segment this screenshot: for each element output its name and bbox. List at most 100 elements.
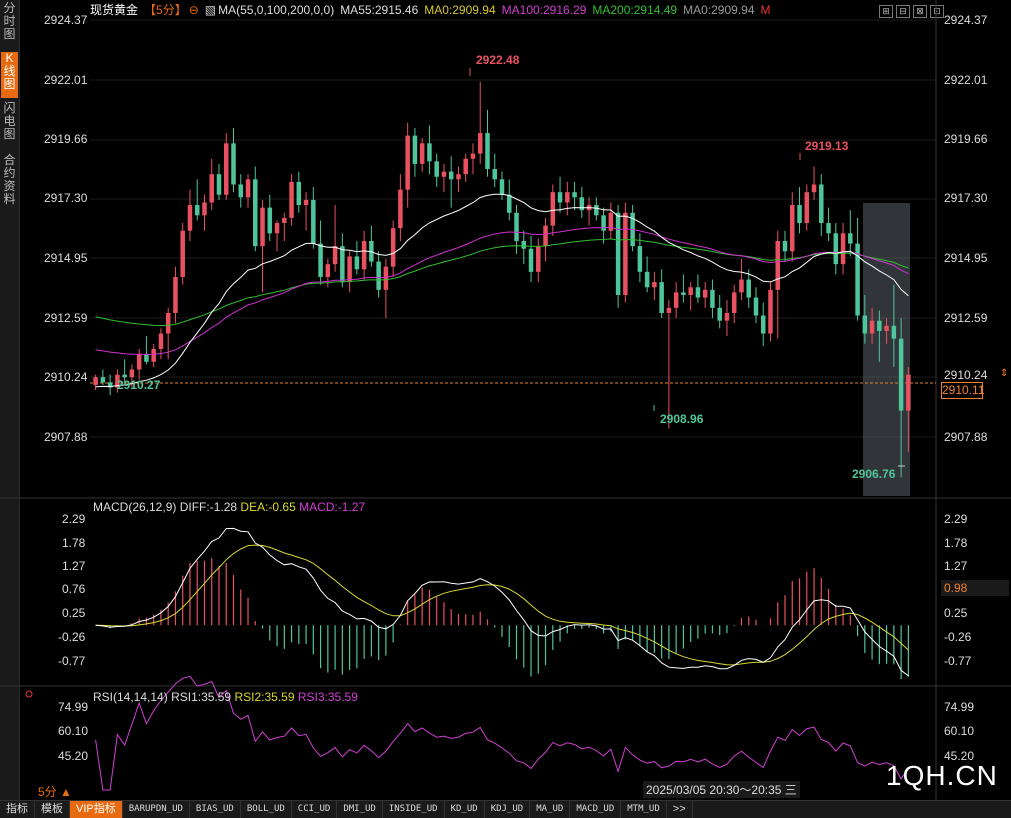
candle-body bbox=[253, 179, 258, 247]
tab-indicator[interactable]: 指标 bbox=[0, 801, 35, 818]
candle-body bbox=[826, 223, 831, 234]
price-tick-right: 2922.01 bbox=[944, 73, 988, 87]
rsi-tick-left: 60.10 bbox=[58, 724, 89, 738]
candle-body bbox=[688, 287, 693, 295]
candle-body bbox=[412, 135, 418, 164]
candle-body bbox=[267, 207, 273, 234]
tab-boll[interactable]: BOLL_UD bbox=[241, 801, 292, 818]
rsi3-value: RSI3:35.59 bbox=[297, 690, 358, 704]
tab-bias[interactable]: BIAS_UD bbox=[190, 801, 241, 818]
macd-tick-left: 0.25 bbox=[62, 606, 86, 620]
macd-tick-left: 1.27 bbox=[62, 559, 86, 573]
candle-body bbox=[877, 320, 882, 331]
price-tick-left: 2914.95 bbox=[44, 251, 88, 265]
tab-kd[interactable]: KD_UD bbox=[445, 801, 485, 818]
candle-body bbox=[158, 333, 164, 349]
period-selector[interactable]: 5分 ▲ bbox=[38, 783, 72, 800]
tab-kdj[interactable]: KDJ_UD bbox=[485, 801, 531, 818]
candle-body bbox=[731, 292, 737, 313]
candle-body bbox=[347, 256, 352, 283]
candle-body bbox=[129, 369, 135, 378]
candle-body bbox=[340, 246, 345, 283]
candle-body bbox=[724, 312, 730, 321]
rsi2-value: RSI2:35.59 bbox=[234, 690, 295, 704]
candle-body bbox=[122, 374, 127, 378]
rsi-tick-right: 74.99 bbox=[944, 700, 975, 714]
macd-macd-value: MACD:-1.27 bbox=[299, 500, 366, 514]
tab-dmi[interactable]: DMI_UD bbox=[337, 801, 383, 818]
candle-body bbox=[840, 233, 846, 265]
candle-body bbox=[289, 181, 294, 218]
candle-body bbox=[710, 289, 715, 308]
candle-body bbox=[274, 223, 280, 234]
candle-body bbox=[434, 161, 439, 177]
candle-body bbox=[419, 143, 425, 164]
candle-body bbox=[717, 307, 722, 321]
price-tick-right: 2912.59 bbox=[944, 311, 988, 325]
candle-body bbox=[441, 171, 447, 177]
candle-body bbox=[790, 205, 795, 252]
candle-body bbox=[165, 312, 171, 334]
tab-macd[interactable]: MACD_UD bbox=[570, 801, 622, 818]
price-arrow-icon: ⇕ bbox=[1000, 368, 1009, 379]
candle-body bbox=[485, 133, 490, 170]
macd-tick-right: -0.26 bbox=[944, 630, 972, 644]
candle-body bbox=[405, 135, 410, 190]
candle-body bbox=[521, 241, 527, 249]
tab-inside[interactable]: INSIDE_UD bbox=[383, 801, 445, 818]
candle-body bbox=[398, 189, 403, 229]
candle-body bbox=[543, 225, 548, 247]
candle-body bbox=[151, 348, 156, 362]
candle-body bbox=[245, 179, 251, 198]
candle-body bbox=[477, 133, 483, 154]
candle-body bbox=[354, 256, 360, 270]
macd-tick-right: 2.29 bbox=[944, 512, 968, 526]
candle-body bbox=[811, 184, 817, 193]
candle-body bbox=[695, 287, 701, 298]
candle-body bbox=[383, 266, 389, 290]
candle-body bbox=[427, 143, 432, 162]
candlestick-series bbox=[93, 81, 911, 478]
more-tabs-button[interactable]: >> bbox=[667, 801, 693, 818]
price-tick-left: 2924.37 bbox=[44, 13, 88, 27]
ma55-line bbox=[95, 193, 909, 388]
rsi-tick-left: 45.20 bbox=[58, 749, 89, 763]
candle-body bbox=[470, 153, 476, 159]
tab-mtm[interactable]: MTM_UD bbox=[621, 801, 667, 818]
candle-body bbox=[819, 184, 824, 224]
rsi-alert-icon[interactable] bbox=[25, 690, 33, 698]
candle-body bbox=[666, 307, 672, 313]
candle-body bbox=[499, 179, 505, 195]
macd-histogram bbox=[102, 558, 909, 680]
candle-body bbox=[144, 354, 149, 362]
candle-body bbox=[898, 338, 904, 411]
candle-body bbox=[775, 241, 781, 290]
candle-body bbox=[760, 315, 766, 334]
candle-body bbox=[93, 377, 98, 385]
time-range-label: 2025/03/05 20:30～20:35 三 bbox=[643, 781, 800, 798]
candle-body bbox=[180, 230, 185, 277]
candle-body bbox=[782, 241, 788, 252]
macd-tick-right: 0.25 bbox=[944, 606, 968, 620]
candle-body bbox=[260, 207, 265, 247]
macd-tick-right: 1.78 bbox=[944, 536, 968, 550]
tab-cci[interactable]: CCI_UD bbox=[292, 801, 338, 818]
candle-body bbox=[702, 289, 708, 298]
tab-ma[interactable]: MA_UD bbox=[530, 801, 571, 818]
price-tick-right: 2914.95 bbox=[944, 251, 988, 265]
candle-body bbox=[448, 171, 454, 180]
tab-template[interactable]: 模板 bbox=[35, 801, 70, 818]
candle-body bbox=[209, 174, 214, 203]
macd-dea-value: DEA:-0.65 bbox=[240, 500, 296, 514]
candle-body bbox=[296, 181, 302, 206]
candle-body bbox=[623, 212, 628, 295]
price-tick-right: 2917.30 bbox=[944, 191, 988, 205]
price-tick-left: 2910.24 bbox=[44, 370, 88, 384]
rsi-title: RSI(14,14,14) bbox=[93, 690, 168, 704]
candle-body bbox=[318, 243, 323, 277]
tab-vip-indicator[interactable]: VIP指标 bbox=[70, 801, 123, 818]
candle-body bbox=[194, 205, 200, 216]
candle-body bbox=[303, 199, 309, 206]
tab-barupdn[interactable]: BARUPDN_UD bbox=[123, 801, 190, 818]
candle-body bbox=[768, 289, 773, 334]
